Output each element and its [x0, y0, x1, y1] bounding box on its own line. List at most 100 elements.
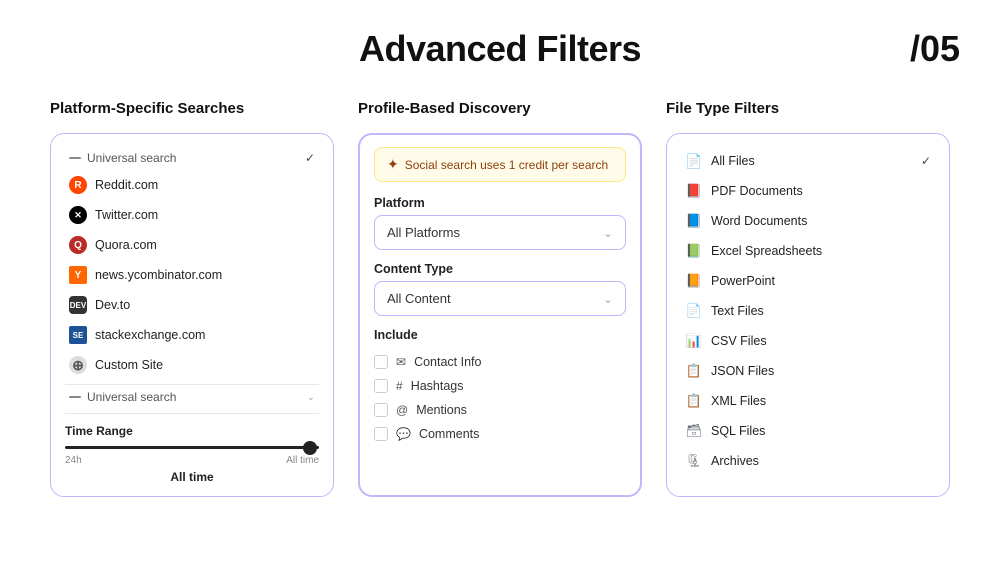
column3-title: File Type Filters [666, 100, 950, 117]
time-range-section: Time Range 24h All time All time [65, 413, 319, 484]
csv-icon: 📊 [685, 332, 703, 350]
pdf-icon: 📕 [685, 182, 703, 200]
content-type-label: Content Type [374, 262, 626, 276]
list-item[interactable]: 📗 Excel Spreadsheets [681, 236, 935, 266]
divider-line-icon [69, 157, 81, 159]
list-item[interactable]: Q Quora.com [65, 230, 319, 260]
list-item[interactable]: 📘 Word Documents [681, 206, 935, 236]
csv-label: CSV Files [711, 334, 767, 348]
list-item[interactable]: 📕 PDF Documents [681, 176, 935, 206]
checkbox-hashtags[interactable]: # Hashtags [374, 374, 626, 398]
header: Advanced Filters /05 [0, 0, 1000, 80]
mentions-label: Mentions [416, 403, 467, 417]
devto-label: Dev.to [95, 298, 130, 312]
twitter-icon: ✕ [69, 206, 87, 224]
platform-card: Universal search ✓ R Reddit.com ✕ Twitte… [50, 133, 334, 497]
list-item[interactable]: 📄 Text Files [681, 296, 935, 326]
hn-label: news.ycombinator.com [95, 268, 222, 282]
all-files-label: All Files [711, 154, 755, 168]
custom-label: Custom Site [95, 358, 163, 372]
checkbox-contact[interactable]: ✉ Contact Info [374, 350, 626, 374]
column1-title: Platform-Specific Searches [50, 100, 334, 117]
at-icon: @ [396, 403, 408, 417]
comment-icon: 💬 [396, 427, 411, 441]
platform-list: Universal search ✓ R Reddit.com ✕ Twitte… [65, 146, 319, 409]
check-mark: ✓ [305, 151, 315, 165]
xml-icon: 📋 [685, 392, 703, 410]
list-item[interactable]: 📋 JSON Files [681, 356, 935, 386]
se-label: stackexchange.com [95, 328, 205, 342]
envelope-icon: ✉ [396, 355, 406, 369]
universal-search-label: Universal search [87, 151, 176, 165]
include-title: Include [374, 328, 626, 342]
time-labels: 24h All time [65, 455, 319, 466]
list-item[interactable]: DEV Dev.to [65, 290, 319, 320]
profile-card: ✦ Social search uses 1 credit per search… [358, 133, 642, 497]
time-max-label: All time [286, 455, 319, 466]
platform-select-value: All Platforms [387, 225, 460, 240]
all-time-label: All time [65, 470, 319, 484]
list-item[interactable]: SE stackexchange.com [65, 320, 319, 350]
archive-label: Archives [711, 454, 759, 468]
slider-thumb[interactable] [303, 441, 317, 455]
select-arrow-icon: ⌄ [603, 226, 613, 240]
list-item[interactable]: 🗃 SQL Files [681, 416, 935, 446]
quora-icon: Q [69, 236, 87, 254]
list-item[interactable]: 📄 All Files ✓ [681, 146, 935, 176]
devto-icon: DEV [69, 296, 87, 314]
content-type-value: All Content [387, 291, 451, 306]
column-profile: Profile-Based Discovery ✦ Social search … [358, 100, 642, 497]
page-number: /05 [910, 28, 960, 70]
column-filetype: File Type Filters 📄 All Files ✓ 📕 PDF Do… [666, 100, 950, 497]
include-section: Include ✉ Contact Info # Hashtags @ [374, 328, 626, 446]
list-item[interactable]: 🗜 Archives [681, 446, 935, 476]
archive-icon: 🗜 [685, 452, 703, 470]
checkbox-mentions[interactable]: @ Mentions [374, 398, 626, 422]
list-item[interactable]: R Reddit.com [65, 170, 319, 200]
divider-line-icon2 [69, 396, 81, 398]
sql-label: SQL Files [711, 424, 765, 438]
list-item[interactable]: ✕ Twitter.com [65, 200, 319, 230]
excel-label: Excel Spreadsheets [711, 244, 822, 258]
universal-search-top[interactable]: Universal search ✓ [65, 146, 319, 170]
list-item[interactable]: 📋 XML Files [681, 386, 935, 416]
slider-track[interactable] [65, 446, 319, 449]
checkbox-hashtags-box[interactable] [374, 379, 388, 393]
comments-label: Comments [419, 427, 479, 441]
time-min-label: 24h [65, 455, 82, 466]
content-type-select[interactable]: All Content ⌄ [374, 281, 626, 316]
word-icon: 📘 [685, 212, 703, 230]
word-label: Word Documents [711, 214, 807, 228]
columns-container: Platform-Specific Searches Universal sea… [0, 80, 1000, 517]
quora-label: Quora.com [95, 238, 157, 252]
universal-search-dropdown[interactable]: Universal search ⌄ [65, 384, 319, 409]
ppt-label: PowerPoint [711, 274, 775, 288]
hashtags-label: Hashtags [411, 379, 464, 393]
list-item[interactable]: 📊 CSV Files [681, 326, 935, 356]
excel-icon: 📗 [685, 242, 703, 260]
checkbox-contact-box[interactable] [374, 355, 388, 369]
checkbox-comments-box[interactable] [374, 427, 388, 441]
universal-dropdown-label: Universal search [87, 390, 176, 404]
list-item[interactable]: 📙 PowerPoint [681, 266, 935, 296]
custom-icon: ⊕ [69, 356, 87, 374]
contact-label: Contact Info [414, 355, 481, 369]
json-label: JSON Files [711, 364, 774, 378]
list-item[interactable]: ⊕ Custom Site [65, 350, 319, 380]
hn-icon: Y [69, 266, 87, 284]
page-title: Advanced Filters [359, 28, 641, 70]
twitter-label: Twitter.com [95, 208, 158, 222]
checkbox-comments[interactable]: 💬 Comments [374, 422, 626, 446]
pdf-label: PDF Documents [711, 184, 803, 198]
page: Advanced Filters /05 Platform-Specific S… [0, 0, 1000, 563]
platform-select[interactable]: All Platforms ⌄ [374, 215, 626, 250]
reddit-label: Reddit.com [95, 178, 158, 192]
txt-label: Text Files [711, 304, 764, 318]
all-files-icon: 📄 [685, 152, 703, 170]
notice-box: ✦ Social search uses 1 credit per search [374, 147, 626, 182]
file-list: 📄 All Files ✓ 📕 PDF Documents 📘 Word Doc… [681, 146, 935, 476]
ppt-icon: 📙 [685, 272, 703, 290]
filetype-card: 📄 All Files ✓ 📕 PDF Documents 📘 Word Doc… [666, 133, 950, 497]
list-item[interactable]: Y news.ycombinator.com [65, 260, 319, 290]
checkbox-mentions-box[interactable] [374, 403, 388, 417]
